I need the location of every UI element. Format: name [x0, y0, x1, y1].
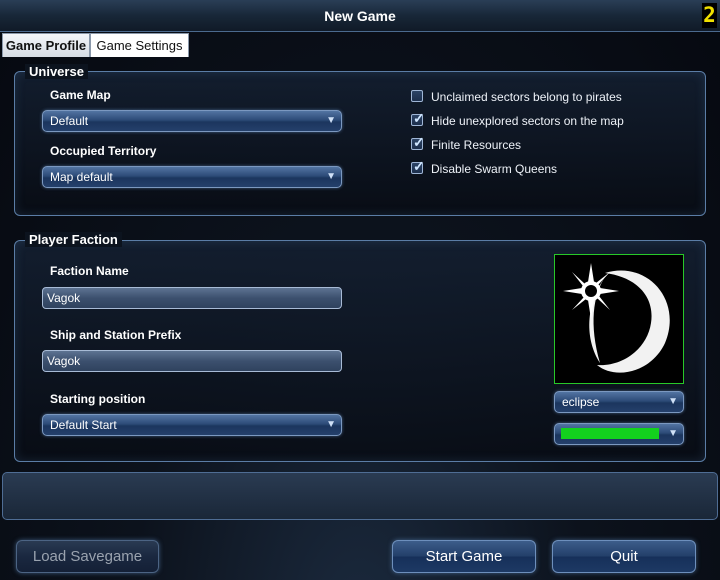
game-map-value: Default	[50, 114, 89, 128]
chevron-down-icon: ▼	[326, 419, 336, 430]
game-map-label: Game Map	[50, 88, 111, 102]
option-hide-unexplored-label: Hide unexplored sectors on the map	[431, 114, 624, 128]
game-map-dropdown[interactable]: Default ▼	[42, 110, 342, 132]
quit-button[interactable]: Quit	[552, 540, 696, 573]
starting-position-dropdown[interactable]: Default Start ▼	[42, 414, 342, 436]
checkbox-pirates[interactable]	[411, 90, 423, 102]
checkbox-finite-resources[interactable]: ✓	[411, 134, 425, 150]
prefix-input[interactable]: Vagok	[42, 350, 342, 372]
checkmark-icon: ✓	[413, 134, 425, 150]
chevron-down-icon: ▼	[668, 428, 678, 439]
emblem-value: eclipse	[562, 395, 600, 409]
starting-position-value: Default Start	[50, 418, 117, 432]
chevron-down-icon: ▼	[326, 171, 336, 182]
corner-badge: 2	[702, 3, 717, 28]
faction-name-input[interactable]: Vagok	[42, 287, 342, 309]
faction-name-label: Faction Name	[50, 264, 129, 278]
chevron-down-icon: ▼	[326, 115, 336, 126]
tab-game-profile[interactable]: Game Profile	[2, 33, 90, 57]
starting-position-label: Starting position	[50, 392, 146, 406]
checkmark-icon: ✓	[413, 158, 425, 174]
checkmark-icon: ✓	[413, 110, 425, 126]
window-title: New Game	[0, 0, 720, 32]
faction-color-swatch	[561, 428, 659, 439]
load-savegame-button[interactable]: Load Savegame	[16, 540, 159, 573]
chevron-down-icon: ▼	[668, 396, 678, 407]
option-finite-resources-label: Finite Resources	[431, 138, 522, 152]
occupied-territory-dropdown[interactable]: Map default ▼	[42, 166, 342, 188]
status-strip	[2, 472, 718, 520]
prefix-label: Ship and Station Prefix	[50, 328, 182, 342]
new-game-window: New Game 2 Game Profile Game Settings Un…	[0, 0, 720, 580]
checkbox-hide-unexplored[interactable]: ✓	[411, 110, 425, 126]
checkbox-disable-swarm-queens[interactable]: ✓	[411, 158, 425, 174]
option-disable-swarm-queens-label: Disable Swarm Queens	[431, 162, 558, 176]
eclipse-emblem-graphic	[563, 263, 670, 373]
emblem-dropdown[interactable]: eclipse ▼	[554, 391, 684, 413]
eclipse-emblem-icon	[554, 254, 684, 384]
option-pirates-label: Unclaimed sectors belong to pirates	[431, 90, 622, 104]
occupied-territory-value: Map default	[50, 170, 113, 184]
universe-legend: Universe	[25, 64, 88, 79]
occupied-territory-label: Occupied Territory	[50, 144, 157, 158]
start-game-button[interactable]: Start Game	[392, 540, 536, 573]
tab-game-settings[interactable]: Game Settings	[90, 33, 189, 57]
player-faction-legend: Player Faction	[25, 232, 122, 247]
